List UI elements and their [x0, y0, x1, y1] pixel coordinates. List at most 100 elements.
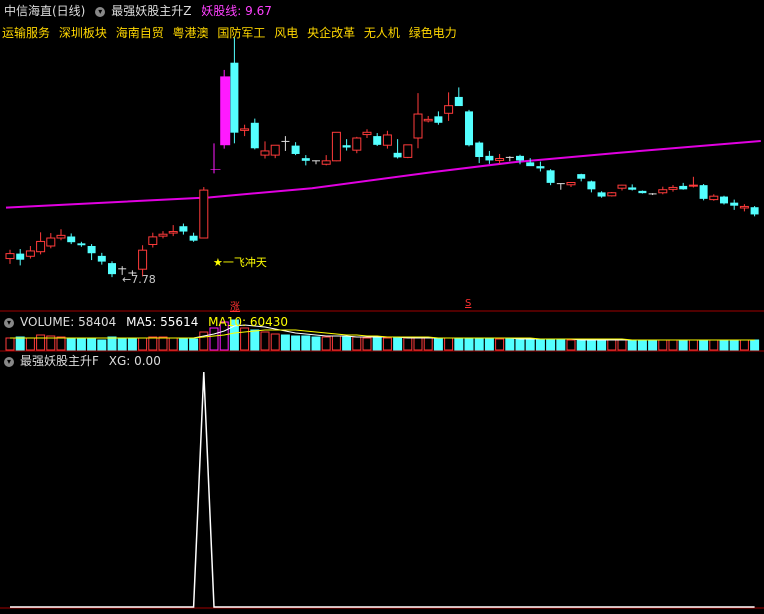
- candle-down: [454, 96, 463, 107]
- volume-bar: [260, 331, 270, 351]
- volume-bar: [331, 335, 341, 351]
- candle-down: [577, 174, 586, 179]
- candle-up: [352, 137, 362, 151]
- candle-down: [526, 162, 535, 167]
- volume-bar: [87, 337, 97, 351]
- signal-label: ★一飞冲天: [213, 254, 267, 270]
- sector-tag[interactable]: 粤港澳: [173, 26, 209, 40]
- candle-up: [260, 150, 270, 156]
- star-icon: ★: [213, 256, 223, 269]
- sector-tag[interactable]: 国防军工: [217, 26, 265, 40]
- sector-tag[interactable]: 央企改革: [307, 26, 355, 40]
- chart-canvas[interactable]: [0, 0, 764, 614]
- volume-bar: [301, 335, 311, 351]
- candle-up: [403, 144, 413, 158]
- volume-bar: [148, 336, 158, 351]
- candle-up: [25, 250, 35, 257]
- volume-bar: [668, 339, 678, 351]
- yaogu-line-value: 妖股线: 9.67: [201, 4, 272, 18]
- volume-bar: [566, 339, 576, 351]
- candle-up: [688, 184, 698, 187]
- volume-bar: [66, 337, 76, 351]
- volume-ma10-line: [10, 329, 755, 341]
- volume-bar: [586, 339, 596, 351]
- volume-bar: [505, 338, 515, 351]
- main-panel-header: 中信海直(日线) ▾ 最强妖股主升Z 妖股线: 9.67: [4, 4, 278, 18]
- candle-up: [658, 189, 668, 194]
- volume-bar: [658, 339, 668, 351]
- candle-down: [465, 111, 473, 146]
- volume-bar: [15, 336, 25, 351]
- volume-bar: [362, 337, 372, 351]
- low-price-value: 7.78: [131, 273, 156, 286]
- volume-bar: [393, 337, 403, 351]
- sector-tag[interactable]: 风电: [274, 26, 298, 40]
- volume-bar: [209, 327, 219, 351]
- candle-down: [485, 155, 494, 161]
- candle-down: [597, 192, 606, 197]
- volume-bar: [199, 331, 209, 351]
- volume-bar: [637, 339, 647, 351]
- volume-bar: [352, 336, 362, 351]
- xg-dropdown-icon[interactable]: ▾: [4, 356, 14, 367]
- volume-bar: [382, 337, 392, 351]
- volume-panel-header: ▾ VOLUME: 58404 MA5: 55614 MA10: 60430: [4, 315, 294, 329]
- volume-bar: [127, 338, 137, 351]
- candle-up: [362, 131, 372, 136]
- volume-bar: [495, 338, 505, 351]
- candle-down: [720, 196, 728, 204]
- candle-up: [423, 118, 433, 122]
- volume-bar: [5, 337, 15, 351]
- volume-bar: [56, 336, 66, 351]
- volume-bar: [117, 338, 127, 351]
- candle-down: [16, 253, 25, 260]
- candle-up: [148, 236, 158, 245]
- low-price-label: ←7.78: [122, 273, 156, 286]
- signal-candle: [220, 76, 231, 146]
- volume-bar: [138, 337, 148, 351]
- candle-up: [5, 253, 15, 260]
- indicator-name[interactable]: 最强妖股主升Z: [111, 4, 191, 18]
- candle-up: [158, 233, 168, 237]
- sector-tag[interactable]: 绿色电力: [409, 26, 457, 40]
- badge-zhang[interactable]: 涨: [230, 298, 240, 313]
- volume-bar: [556, 338, 566, 351]
- volume-dropdown-icon[interactable]: ▾: [4, 317, 14, 328]
- candle-down: [179, 226, 188, 232]
- candle-down: [587, 181, 596, 190]
- candle-down: [434, 116, 443, 123]
- volume-bar: [189, 338, 199, 351]
- candle-down: [97, 255, 106, 262]
- candle-down: [393, 152, 402, 158]
- candle-down: [373, 136, 382, 145]
- volume-bar: [444, 337, 454, 351]
- sector-tags: 运输服务 深圳板块 海南自贸 粤港澳 国防军工 风电 央企改革 无人机 绿色电力: [2, 24, 462, 41]
- candle-up: [270, 144, 280, 156]
- candle-down: [699, 185, 708, 199]
- volume-bar: [474, 337, 484, 351]
- candle-up: [168, 231, 178, 234]
- volume-bar: [597, 339, 607, 351]
- volume-bar: [576, 339, 586, 351]
- candle-up: [321, 160, 331, 165]
- sector-tag[interactable]: 海南自贸: [116, 26, 164, 40]
- sector-tag[interactable]: 运输服务: [2, 26, 50, 40]
- volume-bar: [291, 335, 301, 351]
- badge-s[interactable]: S: [465, 298, 471, 309]
- volume-bar: [454, 337, 464, 351]
- ma10-value: MA10: 60430: [208, 315, 289, 329]
- yaogu-line: [5, 140, 761, 209]
- candle-up: [382, 134, 392, 146]
- volume-bar: [107, 336, 117, 351]
- volume-bar: [729, 339, 739, 351]
- volume-bar: [688, 339, 698, 351]
- sector-tag[interactable]: 深圳板块: [59, 26, 107, 40]
- xg-title[interactable]: 最强妖股主升F: [20, 354, 99, 368]
- candle-up: [617, 184, 627, 189]
- indicator-dropdown-icon[interactable]: ▾: [95, 6, 106, 17]
- volume-bar: [617, 339, 627, 351]
- volume-bar: [546, 338, 556, 351]
- candle-down: [679, 185, 688, 190]
- sector-tag[interactable]: 无人机: [364, 26, 400, 40]
- candle-down: [291, 145, 300, 154]
